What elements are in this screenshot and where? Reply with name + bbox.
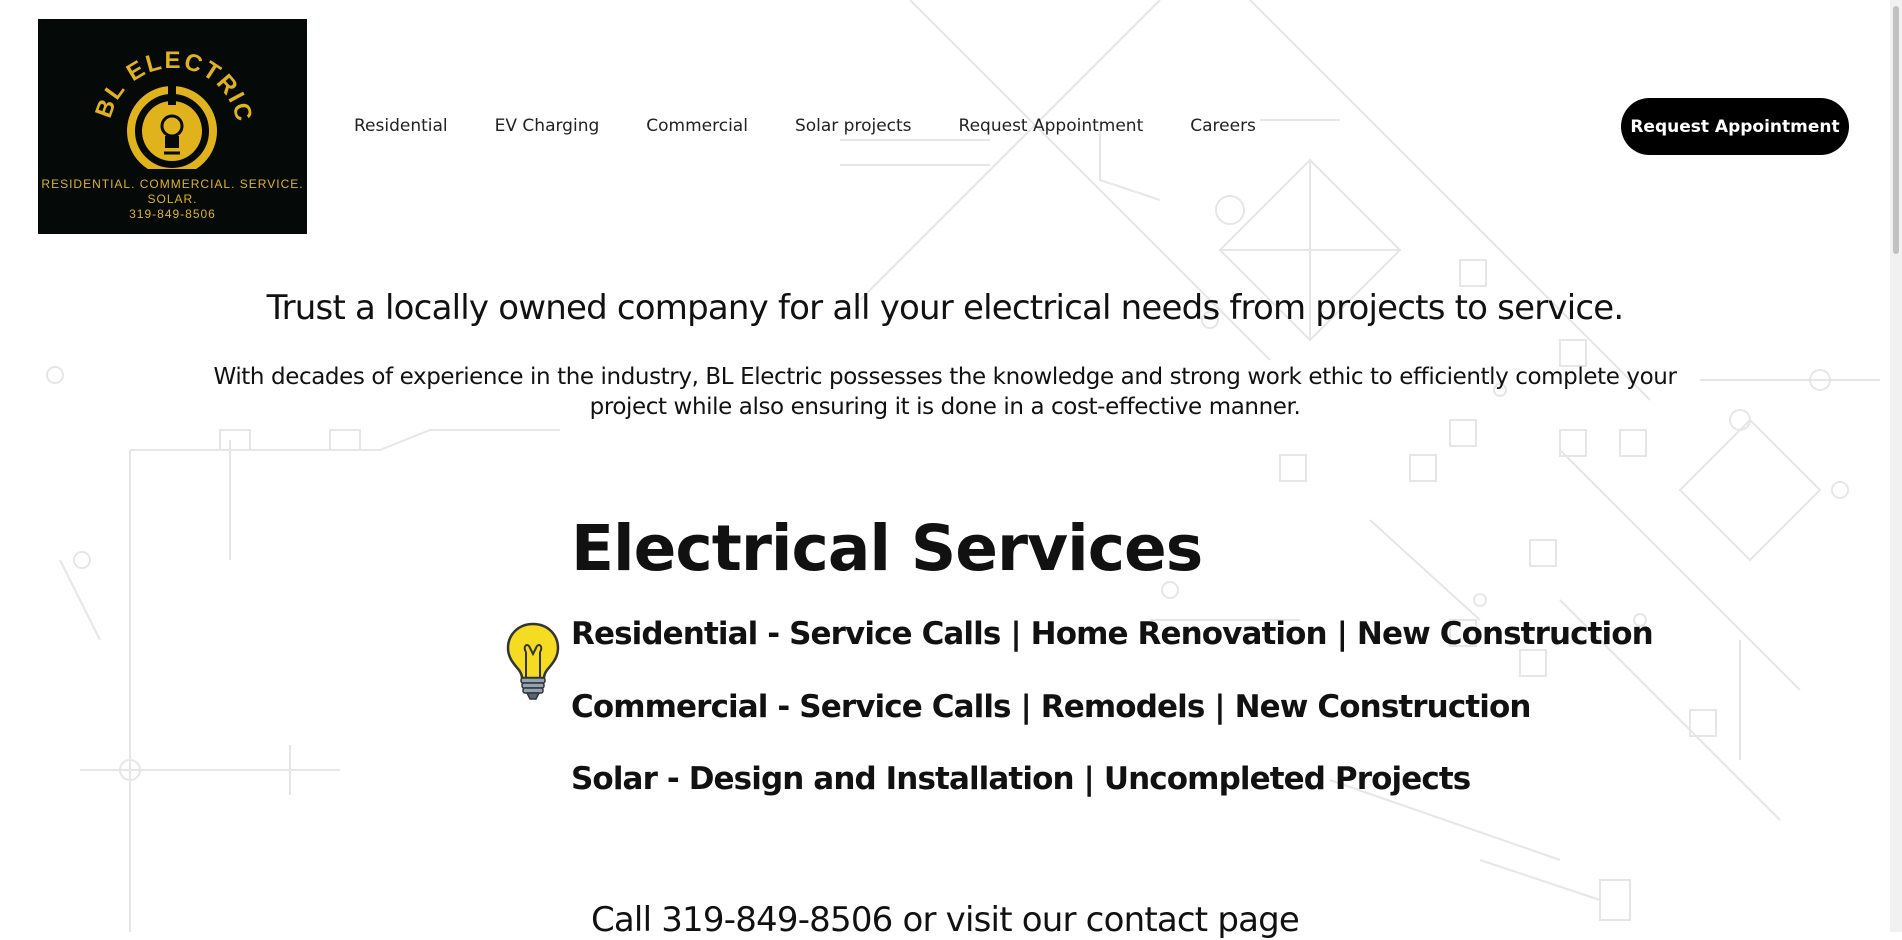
logo-tagline: RESIDENTIAL. COMMERCIAL. SERVICE. SOLAR. — [41, 177, 304, 206]
scrollbar-thumb[interactable] — [1893, 6, 1899, 254]
page-scrollbar[interactable] — [1890, 0, 1902, 932]
hero-intro: With decades of experience in the indust… — [213, 364, 1677, 420]
nav-item-careers[interactable]: Careers — [1190, 116, 1256, 136]
request-appointment-button[interactable]: Request Appointment — [1621, 98, 1849, 155]
service-line-residential: Residential - Service Calls | Home Renov… — [571, 616, 1654, 652]
lightbulb-icon — [506, 622, 560, 700]
nav-item-request-appointment[interactable]: Request Appointment — [959, 116, 1144, 136]
service-line-solar: Solar - Design and Installation | Uncomp… — [571, 761, 1471, 797]
services-title: Electrical Services — [571, 512, 1203, 585]
page: BL ELECTRIC RESIDENTIAL. COMMERCIAL. SER… — [0, 0, 1890, 940]
main-nav: Residential EV Charging Commercial Solar… — [354, 116, 1256, 136]
logo-emblem-icon: BL ELECTRIC — [90, 47, 256, 169]
logo-phone: 319-849-8506 — [129, 207, 216, 221]
call-to-action-text: Call 319-849-8506 or visit our contact p… — [590, 900, 1300, 940]
nav-item-ev-charging[interactable]: EV Charging — [495, 116, 600, 136]
service-line-commercial: Commercial - Service Calls | Remodels | … — [571, 689, 1531, 725]
brand-logo[interactable]: BL ELECTRIC RESIDENTIAL. COMMERCIAL. SER… — [38, 19, 307, 234]
nav-item-solar-projects[interactable]: Solar projects — [795, 116, 912, 136]
nav-item-residential[interactable]: Residential — [354, 116, 448, 136]
nav-item-commercial[interactable]: Commercial — [646, 116, 748, 136]
hero-headline: Trust a locally owned company for all yo… — [266, 288, 1625, 328]
